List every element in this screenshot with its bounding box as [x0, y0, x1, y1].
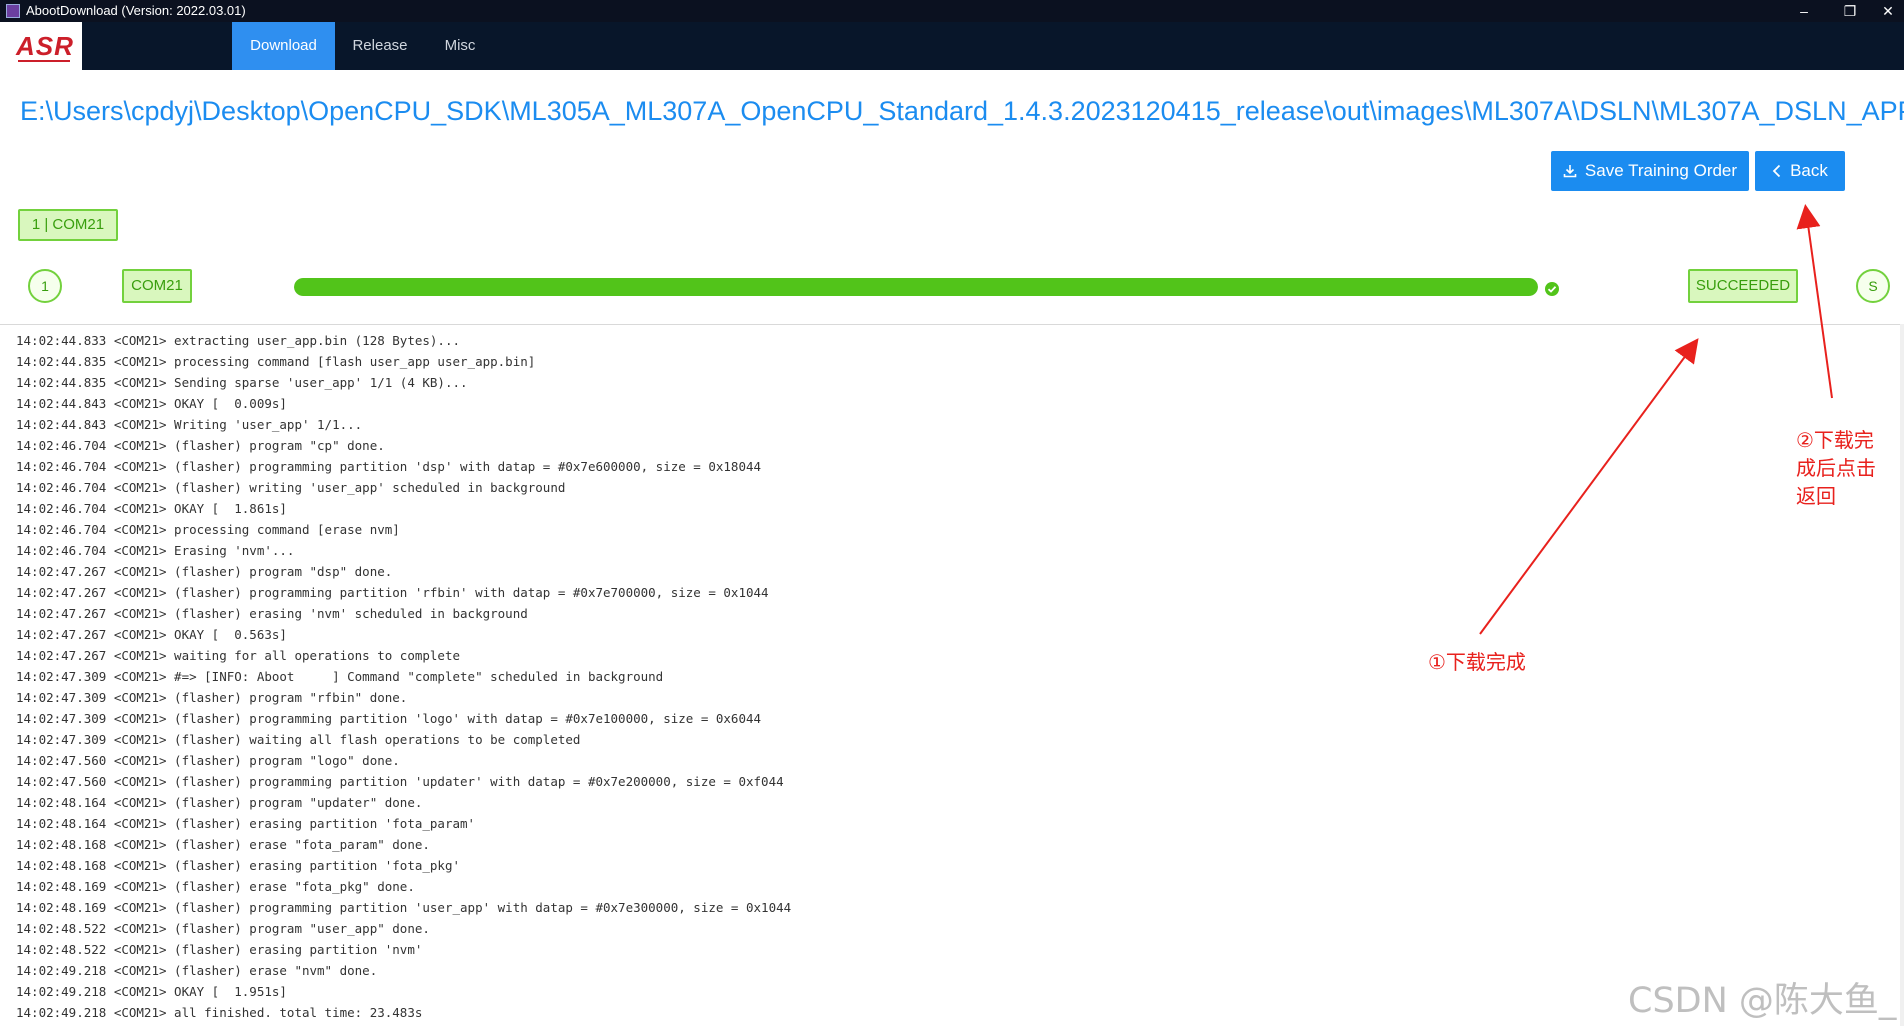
log-line: 14:02:44.843 <COM21> Writing 'user_app' … — [16, 417, 363, 432]
log-line: 14:02:47.267 <COM21> (flasher) programmi… — [16, 585, 769, 600]
top-nav: ASR Download Release Misc — [0, 22, 1904, 70]
tab-misc[interactable]: Misc — [425, 22, 495, 70]
annotation-line-3: 返回 — [1796, 484, 1836, 508]
log-line: 14:02:46.704 <COM21> processing command … — [16, 522, 400, 537]
log-line: 14:02:47.560 <COM21> (flasher) programmi… — [16, 774, 784, 789]
log-line: 14:02:47.560 <COM21> (flasher) program "… — [16, 753, 400, 768]
restore-button[interactable]: ❐ — [1832, 0, 1868, 22]
log-line: 14:02:48.169 <COM21> (flasher) erase "fo… — [16, 879, 415, 894]
log-line: 14:02:47.309 <COM21> #=> [INFO: Aboot ] … — [16, 669, 664, 684]
log-line: 14:02:48.169 <COM21> (flasher) programmi… — [16, 900, 792, 915]
annotation-click-back: ②下载完 成后点击 返回 — [1796, 426, 1876, 510]
log-line: 14:02:48.522 <COM21> (flasher) program "… — [16, 921, 430, 936]
log-scrollbar[interactable] — [1900, 324, 1904, 1026]
log-line: 14:02:46.704 <COM21> Erasing 'nvm'... — [16, 543, 295, 558]
log-line: 14:02:48.522 <COM21> (flasher) erasing p… — [16, 942, 423, 957]
log-line: 14:02:49.218 <COM21> all finished. total… — [16, 1005, 423, 1020]
device-index-badge: 1 — [28, 269, 62, 303]
window-title: AbootDownload (Version: 2022.03.01) — [26, 3, 246, 18]
download-log[interactable]: 14:02:44.833 <COM21> extracting user_app… — [0, 324, 1904, 1026]
log-line: 14:02:48.168 <COM21> (flasher) erase "fo… — [16, 837, 430, 852]
annotation-download-done: ①下载完成 — [1428, 650, 1526, 674]
firmware-file-path: E:\Users\cpdyj\Desktop\OpenCPU_SDK\ML305… — [20, 96, 1904, 126]
log-line: 14:02:44.833 <COM21> extracting user_app… — [16, 333, 461, 348]
port-tag[interactable]: 1 | COM21 — [18, 209, 118, 241]
log-line: 14:02:47.309 <COM21> (flasher) program "… — [16, 690, 408, 705]
log-line: 14:02:49.218 <COM21> (flasher) erase "nv… — [16, 963, 378, 978]
status-badge: SUCCEEDED — [1688, 269, 1798, 303]
log-line: 14:02:47.267 <COM21> (flasher) erasing '… — [16, 606, 528, 621]
log-line: 14:02:46.704 <COM21> (flasher) writing '… — [16, 480, 566, 495]
log-line: 14:02:46.704 <COM21> (flasher) program "… — [16, 438, 385, 453]
tab-release[interactable]: Release — [345, 22, 415, 70]
app-icon — [6, 4, 20, 18]
log-line: 14:02:48.168 <COM21> (flasher) erasing p… — [16, 858, 461, 873]
csdn-watermark: CSDN @陈大鱼_ — [1628, 981, 1897, 1021]
log-line: 14:02:44.835 <COM21> processing command … — [16, 354, 536, 369]
log-line: 14:02:46.704 <COM21> (flasher) programmi… — [16, 459, 762, 474]
log-line: 14:02:47.267 <COM21> (flasher) program "… — [16, 564, 393, 579]
check-icon — [1545, 282, 1559, 296]
close-button[interactable]: ✕ — [1870, 0, 1904, 22]
annotation-line-2: 成后点击 — [1796, 456, 1876, 480]
log-line: 14:02:44.835 <COM21> Sending sparse 'use… — [16, 375, 468, 390]
tab-download[interactable]: Download — [232, 22, 335, 70]
download-progress-bar — [294, 278, 1538, 296]
log-line: 14:02:44.843 <COM21> OKAY [ 0.009s] — [16, 396, 287, 411]
log-line: 14:02:47.309 <COM21> (flasher) waiting a… — [16, 732, 581, 747]
log-line: 14:02:47.309 <COM21> (flasher) programmi… — [16, 711, 762, 726]
back-button[interactable]: Back — [1755, 151, 1845, 191]
save-training-order-button[interactable]: Save Training Order — [1551, 151, 1749, 191]
log-line: 14:02:49.218 <COM21> OKAY [ 1.951s] — [16, 984, 287, 999]
log-line: 14:02:47.267 <COM21> waiting for all ope… — [16, 648, 461, 663]
minimize-button[interactable]: – — [1786, 0, 1822, 22]
download-progress-fill — [294, 278, 1538, 296]
log-line: 14:02:48.164 <COM21> (flasher) erasing p… — [16, 816, 476, 831]
back-button-label: Back — [1790, 161, 1828, 180]
log-line: 14:02:46.704 <COM21> OKAY [ 1.861s] — [16, 501, 287, 516]
log-line: 14:02:48.164 <COM21> (flasher) program "… — [16, 795, 423, 810]
device-port-tag: COM21 — [122, 269, 192, 303]
window-titlebar: AbootDownload (Version: 2022.03.01) – ❐ … — [0, 0, 1904, 22]
log-line: 14:02:47.267 <COM21> OKAY [ 0.563s] — [16, 627, 287, 642]
logo-underline — [18, 60, 70, 62]
logo-text: ASR — [16, 31, 74, 61]
save-button-label: Save Training Order — [1584, 161, 1738, 180]
chevron-left-icon — [1772, 164, 1781, 178]
annotation-line-1: ②下载完 — [1796, 428, 1874, 452]
download-icon — [1563, 165, 1577, 178]
status-circle-badge: S — [1856, 269, 1890, 303]
asr-logo: ASR — [0, 22, 82, 70]
